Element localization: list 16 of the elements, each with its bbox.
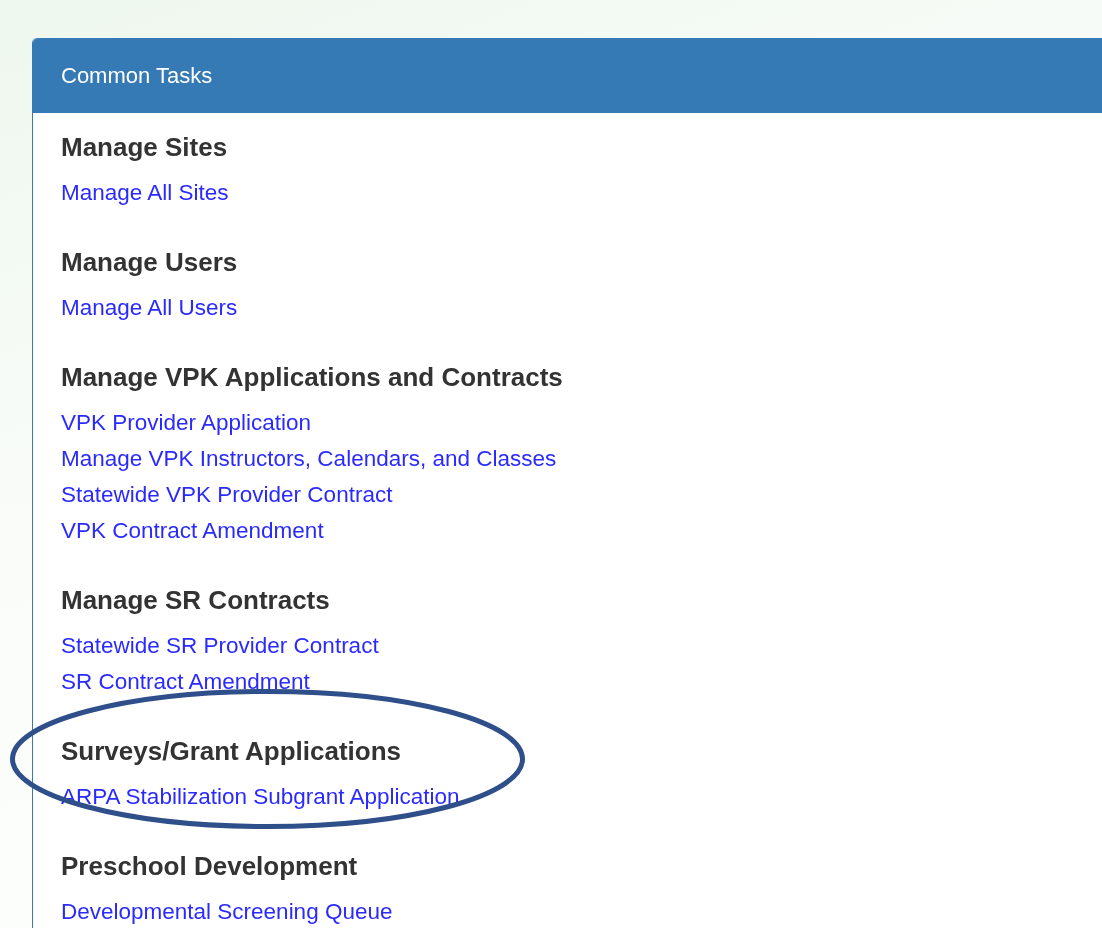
task-link[interactable]: VPK Provider Application bbox=[61, 405, 312, 441]
section-heading: Preschool Development bbox=[61, 850, 358, 883]
task-link[interactable]: Statewide VPK Provider Contract bbox=[61, 477, 393, 513]
task-link[interactable]: Manage All Sites bbox=[61, 175, 229, 211]
section-heading: Manage SR Contracts bbox=[61, 584, 330, 617]
task-link[interactable]: Manage VPK Instructors, Calendars, and Classes bbox=[61, 441, 557, 477]
panel-title: Common Tasks bbox=[61, 62, 213, 89]
task-link[interactable]: Manage All Users bbox=[61, 290, 238, 326]
section-heading: Manage Users bbox=[61, 246, 238, 279]
task-link[interactable]: VPK Contract Amendment bbox=[61, 513, 324, 549]
section-heading: Manage VPK Applications and Contracts bbox=[61, 361, 563, 394]
task-link[interactable]: SR Contract Amendment bbox=[61, 664, 310, 700]
task-link[interactable]: Statewide SR Provider Contract bbox=[61, 628, 379, 664]
section-heading: Surveys/Grant Applications bbox=[61, 735, 402, 768]
section-heading: Manage Sites bbox=[61, 131, 228, 164]
task-link[interactable]: Developmental Screening Queue bbox=[61, 894, 393, 928]
